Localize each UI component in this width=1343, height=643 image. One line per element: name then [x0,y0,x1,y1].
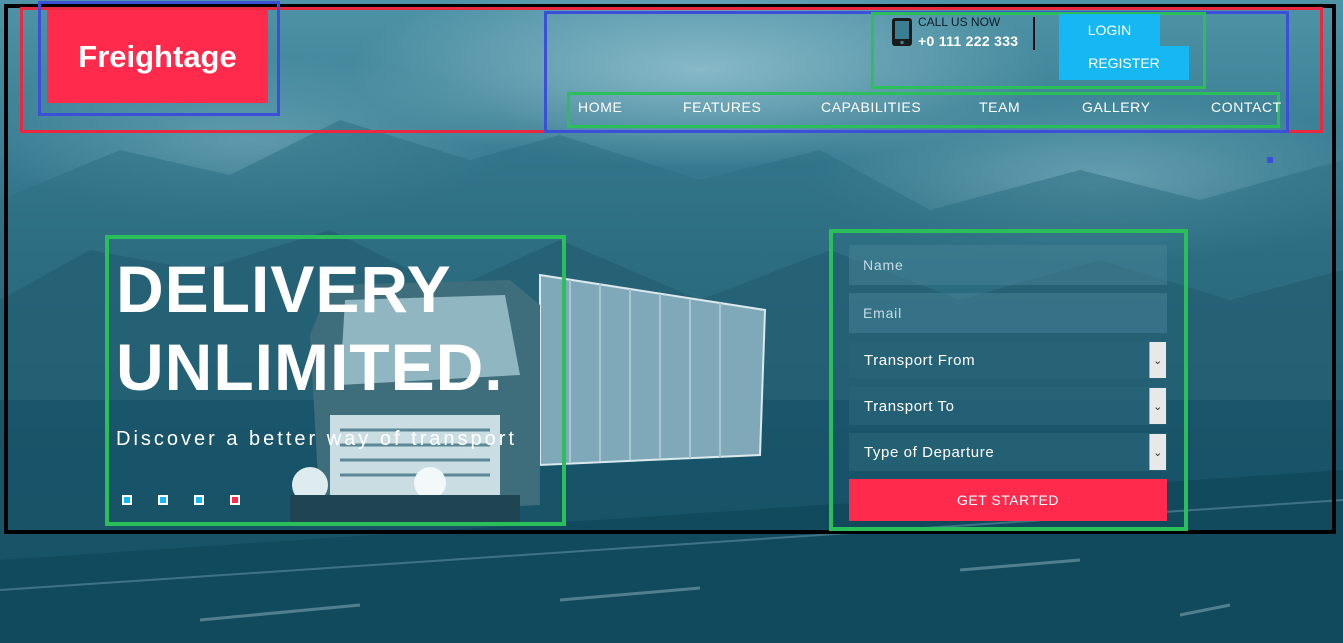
slide-dot-4-active[interactable] [230,495,240,505]
get-started-button[interactable]: GET STARTED [849,479,1167,521]
email-input[interactable] [849,293,1167,333]
brand-logo[interactable]: Freightage [47,10,268,103]
nav-item-team[interactable]: TEAM [979,99,1020,115]
departure-type-select[interactable]: Type of Departure ⌄ [849,433,1167,471]
nav-item-home[interactable]: HOME [578,99,622,115]
transport-to-value: Transport To [864,397,955,415]
slide-dot-1[interactable] [122,495,132,505]
hero-title-line1: DELIVERY [116,252,452,326]
hero-title-line2: UNLIMITED. [116,330,504,404]
departure-type-value: Type of Departure [864,443,995,461]
chevron-down-icon[interactable]: ⌄ [1149,342,1166,378]
login-button[interactable]: LOGIN [1059,14,1160,46]
transport-to-select[interactable]: Transport To ⌄ [849,387,1167,425]
mobile-phone-icon [892,18,912,46]
hero-title: DELIVERY UNLIMITED. [116,250,504,406]
hero-subtitle: Discover a better way of transport [116,428,518,450]
nav-item-features[interactable]: FEATURES [683,99,761,115]
transport-from-select[interactable]: Transport From ⌄ [849,341,1167,379]
contact-divider [1033,17,1035,50]
main-nav-outline [567,92,1280,128]
chevron-down-icon[interactable]: ⌄ [1149,434,1166,470]
nav-item-gallery[interactable]: GALLERY [1082,99,1151,115]
slide-dot-2[interactable] [158,495,168,505]
transport-from-value: Transport From [864,351,976,369]
name-input[interactable] [849,245,1167,285]
chevron-down-icon[interactable]: ⌄ [1149,388,1166,424]
call-us-label: CALL US NOW [918,15,1001,29]
nav-item-capabilities[interactable]: CAPABILITIES [821,99,921,115]
phone-number[interactable]: +0 111 222 333 [918,33,1018,49]
slide-dot-3[interactable] [194,495,204,505]
nav-item-contact[interactable]: CONTACT [1211,99,1282,115]
marker-dot [1267,157,1273,163]
register-button[interactable]: REGISTER [1059,46,1189,80]
